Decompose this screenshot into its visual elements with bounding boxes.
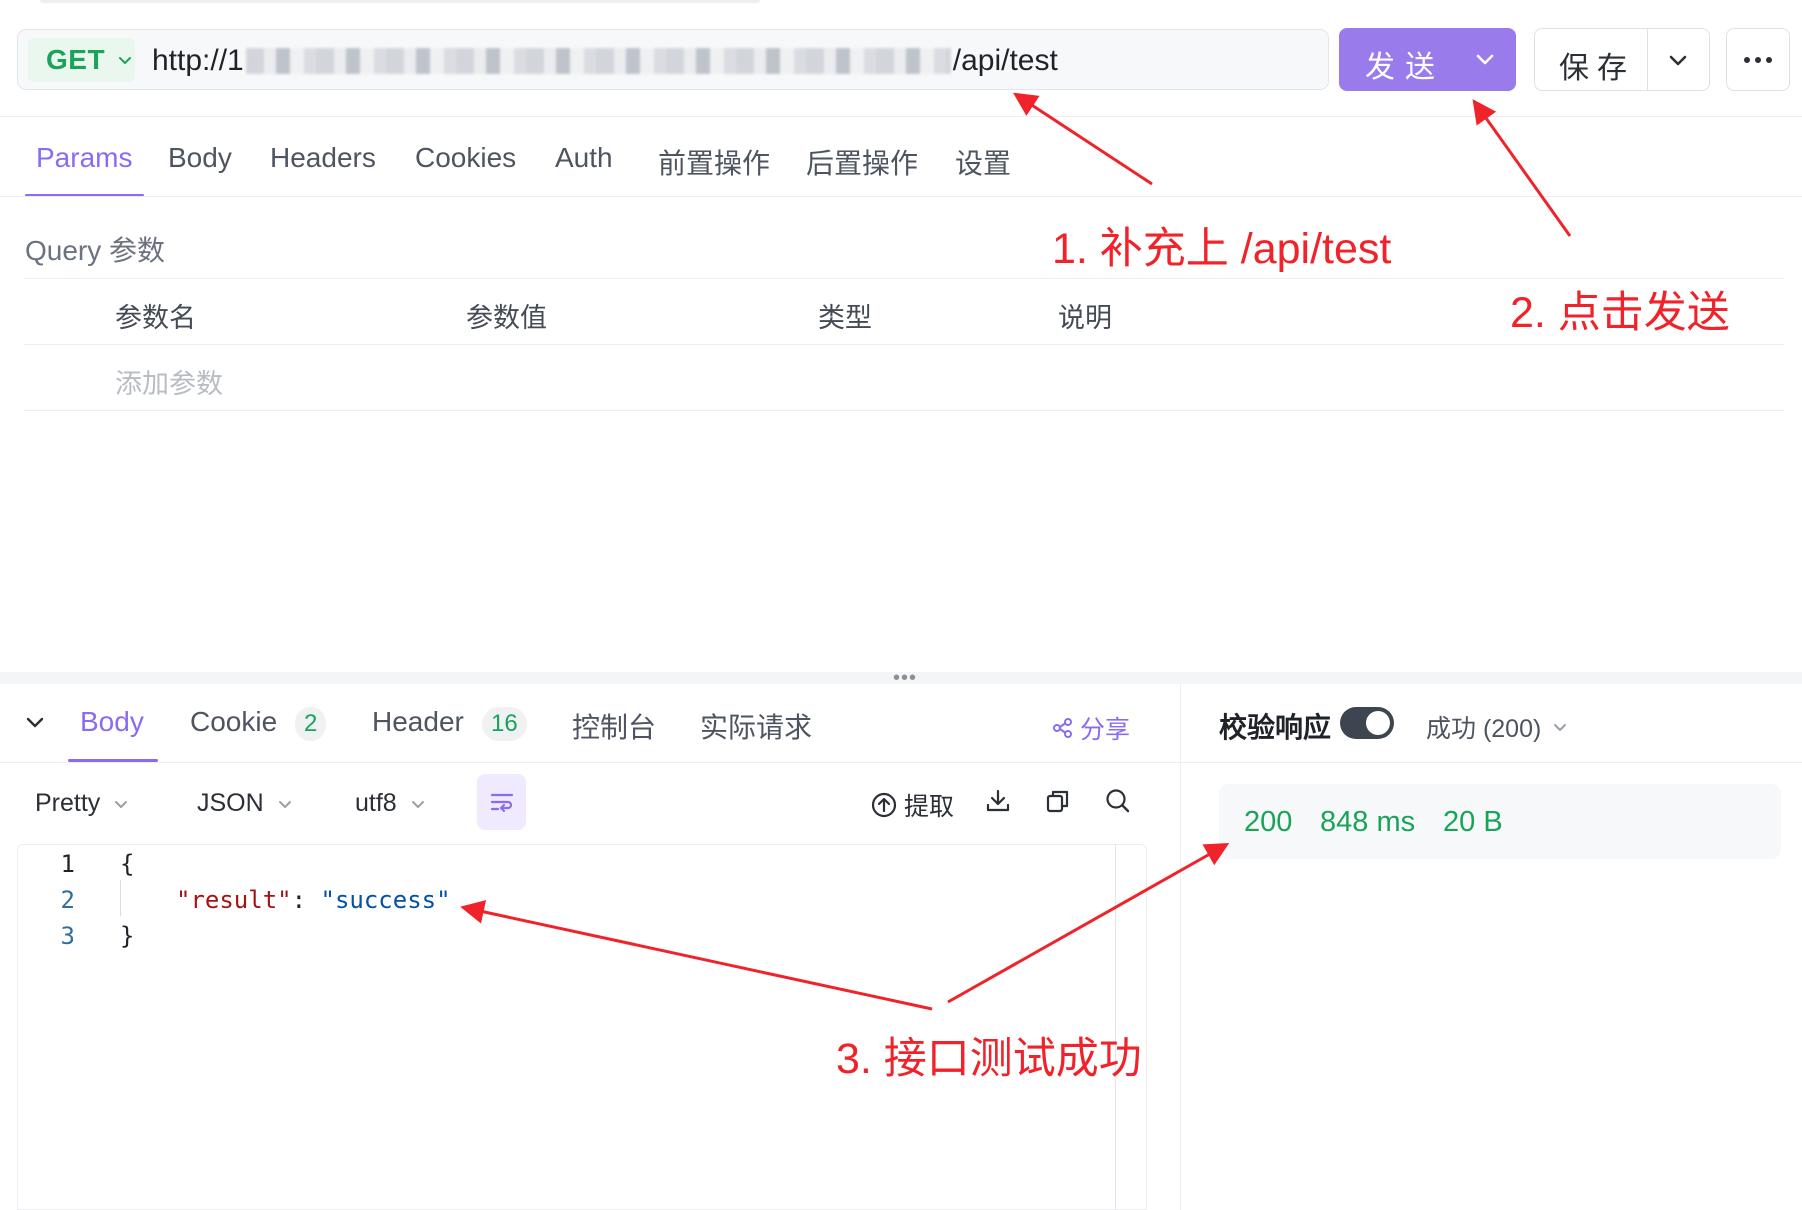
annotation-step2: 2. 点击发送: [1510, 289, 1730, 337]
arrow-step2: [1472, 99, 1572, 237]
arrow-step3-meta: [947, 843, 1230, 1004]
arrow-step3-body: [460, 900, 933, 1011]
annotation-step1: 1. 补充上 /api/test: [1052, 225, 1392, 273]
annotation-step3: 3. 接口测试成功: [836, 1035, 1142, 1083]
arrow-step1: [1012, 92, 1153, 186]
